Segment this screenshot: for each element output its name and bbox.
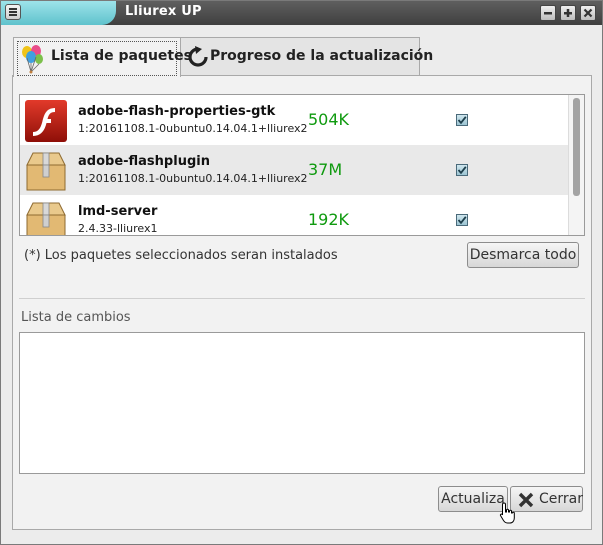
package-name: lmd-server: [78, 204, 158, 219]
divider: [19, 298, 585, 299]
package-list[interactable]: adobe-flash-properties-gtk 1:20161108.1-…: [19, 94, 585, 236]
scrollbar-thumb[interactable]: [573, 98, 580, 196]
changes-text-area[interactable]: [19, 332, 585, 474]
selection-note: (*) Los paquetes seleccionados seran ins…: [24, 248, 338, 263]
checkmark-icon: [457, 116, 467, 125]
package-size: 504K: [308, 110, 350, 129]
package-list-scrollbar[interactable]: [568, 95, 584, 235]
close-button[interactable]: Cerrar: [510, 486, 583, 512]
tab-package-list[interactable]: Lista de paquetes: [13, 37, 192, 78]
tab-update-progress-label: Progreso de la actualización: [210, 48, 434, 64]
package-size: 37M: [308, 160, 343, 179]
package-box-icon: [24, 199, 68, 235]
window-menu-button[interactable]: [5, 4, 21, 20]
maximize-button[interactable]: [560, 5, 576, 21]
package-box-icon: [24, 149, 68, 193]
flash-icon: [24, 99, 68, 143]
menu-icon: [9, 8, 17, 16]
tab-content-panel: adobe-flash-properties-gtk 1:20161108.1-…: [12, 75, 592, 530]
title-bar[interactable]: Lliurex UP: [1, 1, 602, 25]
package-size: 192K: [308, 210, 350, 229]
package-row[interactable]: adobe-flashplugin 1:20161108.1-0ubuntu0.…: [20, 145, 570, 195]
minimize-button[interactable]: [540, 5, 556, 21]
package-row[interactable]: adobe-flash-properties-gtk 1:20161108.1-…: [20, 95, 570, 145]
close-x-icon: [517, 491, 535, 517]
balloons-icon: [19, 44, 45, 78]
minimize-icon: [544, 12, 552, 15]
unselect-all-button[interactable]: Desmarca todo: [467, 242, 579, 268]
window-title: Lliurex UP: [125, 4, 202, 19]
close-button-label: Cerrar: [539, 491, 583, 507]
package-row[interactable]: lmd-server 2.4.33-lliurex1 192K: [20, 195, 570, 235]
checkmark-icon: [457, 166, 467, 175]
update-button[interactable]: Actualiza: [438, 486, 508, 512]
package-checkbox[interactable]: [456, 114, 468, 126]
changes-label: Lista de cambios: [21, 310, 131, 325]
package-checkbox[interactable]: [456, 214, 468, 226]
hand-pointer-icon: [499, 502, 517, 528]
tab-package-list-label: Lista de paquetes: [51, 48, 192, 64]
maximize-icon: [564, 9, 572, 17]
package-version: 2.4.33-lliurex1: [78, 222, 158, 235]
package-checkbox[interactable]: [456, 164, 468, 176]
tab-update-progress[interactable]: Progreso de la actualización: [180, 37, 433, 75]
close-window-button[interactable]: [580, 5, 596, 21]
checkmark-icon: [457, 216, 467, 225]
package-version: 1:20161108.1-0ubuntu0.14.04.1+lliurex2: [78, 172, 308, 185]
package-name: adobe-flash-properties-gtk: [78, 104, 276, 119]
app-window: Lliurex UP Lista de paquetes Progreso de…: [0, 0, 603, 545]
close-icon: [583, 8, 593, 18]
package-version: 1:20161108.1-0ubuntu0.14.04.1+lliurex2: [78, 122, 308, 135]
package-name: adobe-flashplugin: [78, 154, 210, 169]
